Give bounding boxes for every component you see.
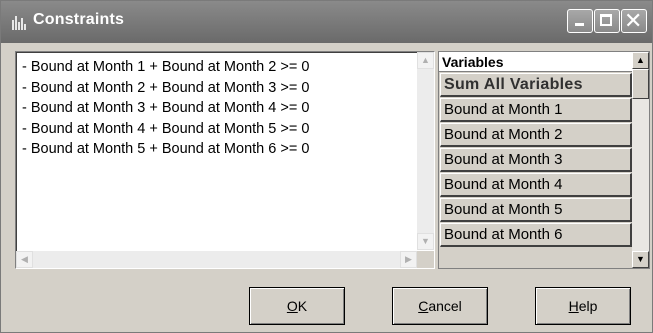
scroll-left-icon[interactable]: ◀ [16,251,33,268]
variable-item[interactable]: Bound at Month 2 [440,123,632,147]
maximize-icon [600,14,612,26]
variables-header: Variables [439,52,633,72]
window-title: Constraints [33,11,125,28]
scroll-down-icon[interactable]: ▼ [417,233,434,250]
maximize-button[interactable] [594,9,620,33]
scroll-up-icon[interactable]: ▲ [632,52,649,69]
variable-item[interactable]: Bound at Month 1 [440,98,632,122]
variables-vertical-scrollbar[interactable]: ▲ ▼ [632,52,649,268]
constraints-text: - Bound at Month 1 + Bound at Month 2 >=… [22,57,412,247]
scroll-up-icon[interactable]: ▲ [417,52,434,69]
title-bar[interactable]: Constraints ✕ [1,1,652,43]
constraint-line[interactable]: - Bound at Month 4 + Bound at Month 5 >=… [22,119,412,140]
variables-list[interactable]: Variables Sum All Variables Bound at Mon… [438,51,650,269]
constraints-dialog: Constraints ✕ - Bound at Month 1 + Bound… [0,0,653,333]
app-icon [11,14,27,30]
ok-mnemonic: O [286,298,298,314]
scroll-right-icon[interactable]: ▶ [400,251,417,268]
minimize-icon [575,23,584,26]
constraint-line[interactable]: - Bound at Month 1 + Bound at Month 2 >=… [22,57,412,78]
cancel-button[interactable]: Cancel [392,287,488,325]
variable-item[interactable]: Bound at Month 5 [440,198,632,222]
ok-label: K [297,298,308,314]
constraints-vertical-scrollbar[interactable]: ▲ ▼ [417,52,434,250]
help-button[interactable]: Help [535,287,631,325]
help-mnemonic: H [568,298,579,314]
minimize-button[interactable] [567,9,593,33]
scrollbar-track[interactable] [632,99,649,251]
constraint-line[interactable]: - Bound at Month 3 + Bound at Month 4 >=… [22,98,412,119]
constraints-list[interactable]: - Bound at Month 1 + Bound at Month 2 >=… [15,51,435,269]
constraints-horizontal-scrollbar[interactable]: ◀ ▶ [16,251,417,268]
cancel-label: ancel [428,298,462,314]
scrollbar-thumb[interactable] [632,69,649,99]
variable-item[interactable]: Bound at Month 4 [440,173,632,197]
scrollbar-corner [417,251,434,268]
scroll-down-icon[interactable]: ▼ [632,251,649,268]
variable-item[interactable]: Bound at Month 3 [440,148,632,172]
cancel-mnemonic: C [418,298,429,314]
ok-button[interactable]: OK [249,287,345,325]
close-icon: ✕ [624,8,643,33]
close-button[interactable]: ✕ [621,9,647,33]
constraint-line[interactable]: - Bound at Month 2 + Bound at Month 3 >=… [22,78,412,99]
variable-item[interactable]: Bound at Month 6 [440,223,632,247]
help-label: elp [578,298,598,314]
variable-item-sum-all[interactable]: Sum All Variables [440,73,632,97]
constraint-line[interactable]: - Bound at Month 5 + Bound at Month 6 >=… [22,139,412,160]
